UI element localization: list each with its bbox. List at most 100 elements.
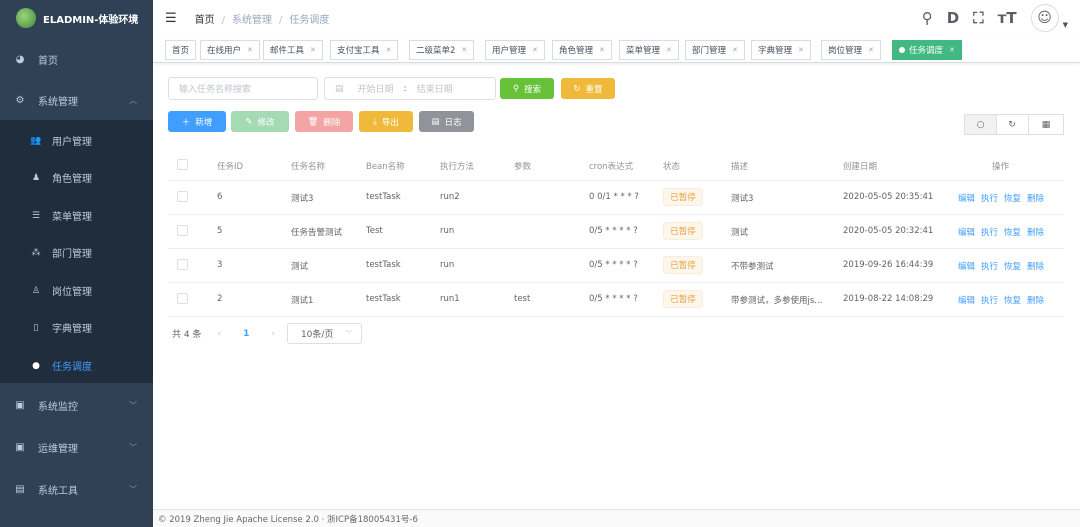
close-icon[interactable]: ✕ [532, 46, 538, 54]
sidebar-item-home[interactable]: ◕ 首页 [0, 39, 153, 79]
logo-icon [16, 8, 36, 28]
sidebar-item-monitor[interactable]: ▣ 系统监控 ﹀ [0, 385, 153, 425]
tag[interactable]: 岗位管理 ✕ [821, 40, 881, 60]
row-checkbox[interactable] [177, 225, 188, 236]
cell-created: 2019-09-26 16:44:39 [843, 260, 934, 270]
tag[interactable]: 二级菜单2 ✕ [409, 40, 475, 60]
end-date: 结束日期 [416, 85, 453, 95]
action-link[interactable]: 执行 [981, 194, 998, 204]
page-size-select[interactable]: 10条/页 ﹀ [286, 323, 362, 344]
tag[interactable]: 字典管理 ✕ [751, 40, 811, 60]
tag-label: 任务调度 [909, 46, 944, 56]
columns-button[interactable]: ▦ [1029, 114, 1064, 135]
next-page-icon[interactable]: › [271, 329, 275, 339]
close-icon[interactable]: ✕ [868, 46, 874, 54]
task-name-search-input[interactable]: 输入任务名称搜索 [168, 77, 318, 100]
tag[interactable]: 部门管理 ✕ [685, 40, 745, 60]
action-link[interactable]: 删除 [1027, 296, 1044, 306]
font-size-icon[interactable]: тT [998, 9, 1017, 27]
label: 修改 [257, 117, 275, 128]
sidebar-item-dict[interactable]: ▯ 字典管理 [0, 309, 153, 346]
search-button[interactable]: ⚲ 搜索 [500, 78, 554, 99]
action-link[interactable]: 编辑 [958, 262, 975, 272]
row-actions: 编辑 执行 恢复 删除 [958, 260, 1050, 272]
close-icon[interactable]: ✕ [310, 46, 316, 54]
action-link[interactable]: 执行 [981, 262, 998, 272]
tag-home[interactable]: 首页 [165, 40, 197, 60]
sidebar-item-system[interactable]: ⚙ 系统管理 ︿ [0, 80, 153, 120]
tag[interactable]: 用户管理 ✕ [485, 40, 545, 60]
action-link[interactable]: 恢复 [1004, 228, 1021, 238]
sidebar-item-depts[interactable]: ⁂ 部门管理 [0, 234, 153, 271]
sidebar-item-menus[interactable]: ☰ 菜单管理 [0, 197, 153, 234]
refresh-button[interactable]: ↻ [996, 114, 1029, 135]
cell-name: 测试3 [291, 194, 314, 204]
avatar[interactable]: ☺ [1030, 4, 1059, 32]
status-badge: 已暂停 [663, 188, 703, 206]
tag[interactable]: 菜单管理 ✕ [619, 40, 679, 60]
divider [168, 214, 1064, 215]
label: 首页 [38, 55, 58, 67]
close-icon[interactable]: ✕ [798, 46, 804, 54]
label: 导出 [381, 117, 399, 128]
cell-bean: testTask [366, 192, 401, 202]
select-all-checkbox[interactable] [177, 159, 188, 170]
toggle-search-button[interactable]: ○ [964, 114, 997, 135]
logo[interactable]: ELADMIN-体验环境 [0, 0, 153, 36]
sidebar-item-roles[interactable]: ♟ 角色管理 [0, 159, 153, 196]
log-button[interactable]: ▤ 日志 [419, 111, 474, 132]
row-checkbox[interactable] [177, 191, 188, 202]
sidebar-item-tools[interactable]: ▤ 系统工具 ﹀ [0, 469, 153, 509]
sidebar-item-jobs-post[interactable]: ♙ 岗位管理 [0, 272, 153, 309]
action-link[interactable]: 编辑 [958, 296, 975, 306]
tag[interactable]: 支付宝工具 ✕ [330, 40, 399, 60]
label: 字典管理 [52, 324, 92, 335]
reset-button[interactable]: ↻ 重置 [561, 78, 615, 99]
export-button[interactable]: ⤓ 导出 [359, 111, 413, 132]
add-button[interactable]: ＋ 新增 [168, 111, 226, 132]
sidebar-item-users[interactable]: 👥 用户管理 [0, 122, 153, 159]
action-link[interactable]: 删除 [1027, 194, 1044, 204]
sidebar-item-ops[interactable]: ▣ 运维管理 ﹀ [0, 427, 153, 467]
close-icon[interactable]: ✕ [666, 46, 672, 54]
close-icon[interactable]: ✕ [949, 46, 955, 54]
tag[interactable]: 在线用户 ✕ [200, 40, 260, 60]
row-checkbox[interactable] [177, 259, 188, 270]
close-icon[interactable]: ✕ [599, 46, 605, 54]
close-icon[interactable]: ✕ [732, 46, 738, 54]
close-icon[interactable]: ✕ [386, 46, 392, 54]
action-link[interactable]: 恢复 [1004, 262, 1021, 272]
row-checkbox[interactable] [177, 293, 188, 304]
label: 用户管理 [52, 137, 92, 148]
search-icon[interactable]: ⚲ [922, 9, 933, 27]
breadcrumb-item[interactable]: 首页 [195, 15, 215, 26]
delete-button[interactable]: 🗑 删除 [295, 111, 353, 132]
action-link[interactable]: 恢复 [1004, 296, 1021, 306]
prev-page-icon[interactable]: ‹ [217, 329, 221, 339]
action-link[interactable]: 编辑 [958, 194, 975, 204]
action-link[interactable]: 恢复 [1004, 194, 1021, 204]
fullscreen-icon[interactable]: ⛶ [973, 9, 984, 27]
action-link[interactable]: 删除 [1027, 262, 1044, 272]
tag-active[interactable]: 任务调度 ✕ [892, 40, 962, 60]
action-link[interactable]: 执行 [981, 296, 998, 306]
status-badge: 已暂停 [663, 290, 703, 308]
close-icon[interactable]: ✕ [461, 46, 467, 54]
action-link[interactable]: 执行 [981, 228, 998, 238]
action-link[interactable]: 删除 [1027, 228, 1044, 238]
tag[interactable]: 角色管理 ✕ [552, 40, 612, 60]
breadcrumb-item[interactable]: 系统管理 [232, 15, 272, 26]
label: 系统管理 [38, 96, 78, 108]
caret-down-icon[interactable]: ▼ [1063, 21, 1068, 29]
page-number[interactable]: 1 [243, 329, 249, 339]
close-icon[interactable]: ✕ [247, 46, 253, 54]
doc-icon[interactable]: D [947, 9, 959, 27]
sidebar-item-timing[interactable]: ● 任务调度 [0, 347, 153, 384]
submenu: 👥 用户管理 ♟ 角色管理 ☰ 菜单管理 ⁂ 部门管理 ♙ 岗位管理 ▯ 字典管理 ● 任务调… [0, 120, 153, 383]
hamburger-icon[interactable]: ☰ [165, 11, 177, 26]
action-link[interactable]: 编辑 [958, 228, 975, 238]
edit-button[interactable]: ✎ 修改 [231, 111, 289, 132]
cell-bean: testTask [366, 260, 401, 270]
tag[interactable]: 邮件工具 ✕ [263, 40, 323, 60]
date-range-picker[interactable]: ▤ 开始日期: 结束日期 [324, 77, 496, 100]
